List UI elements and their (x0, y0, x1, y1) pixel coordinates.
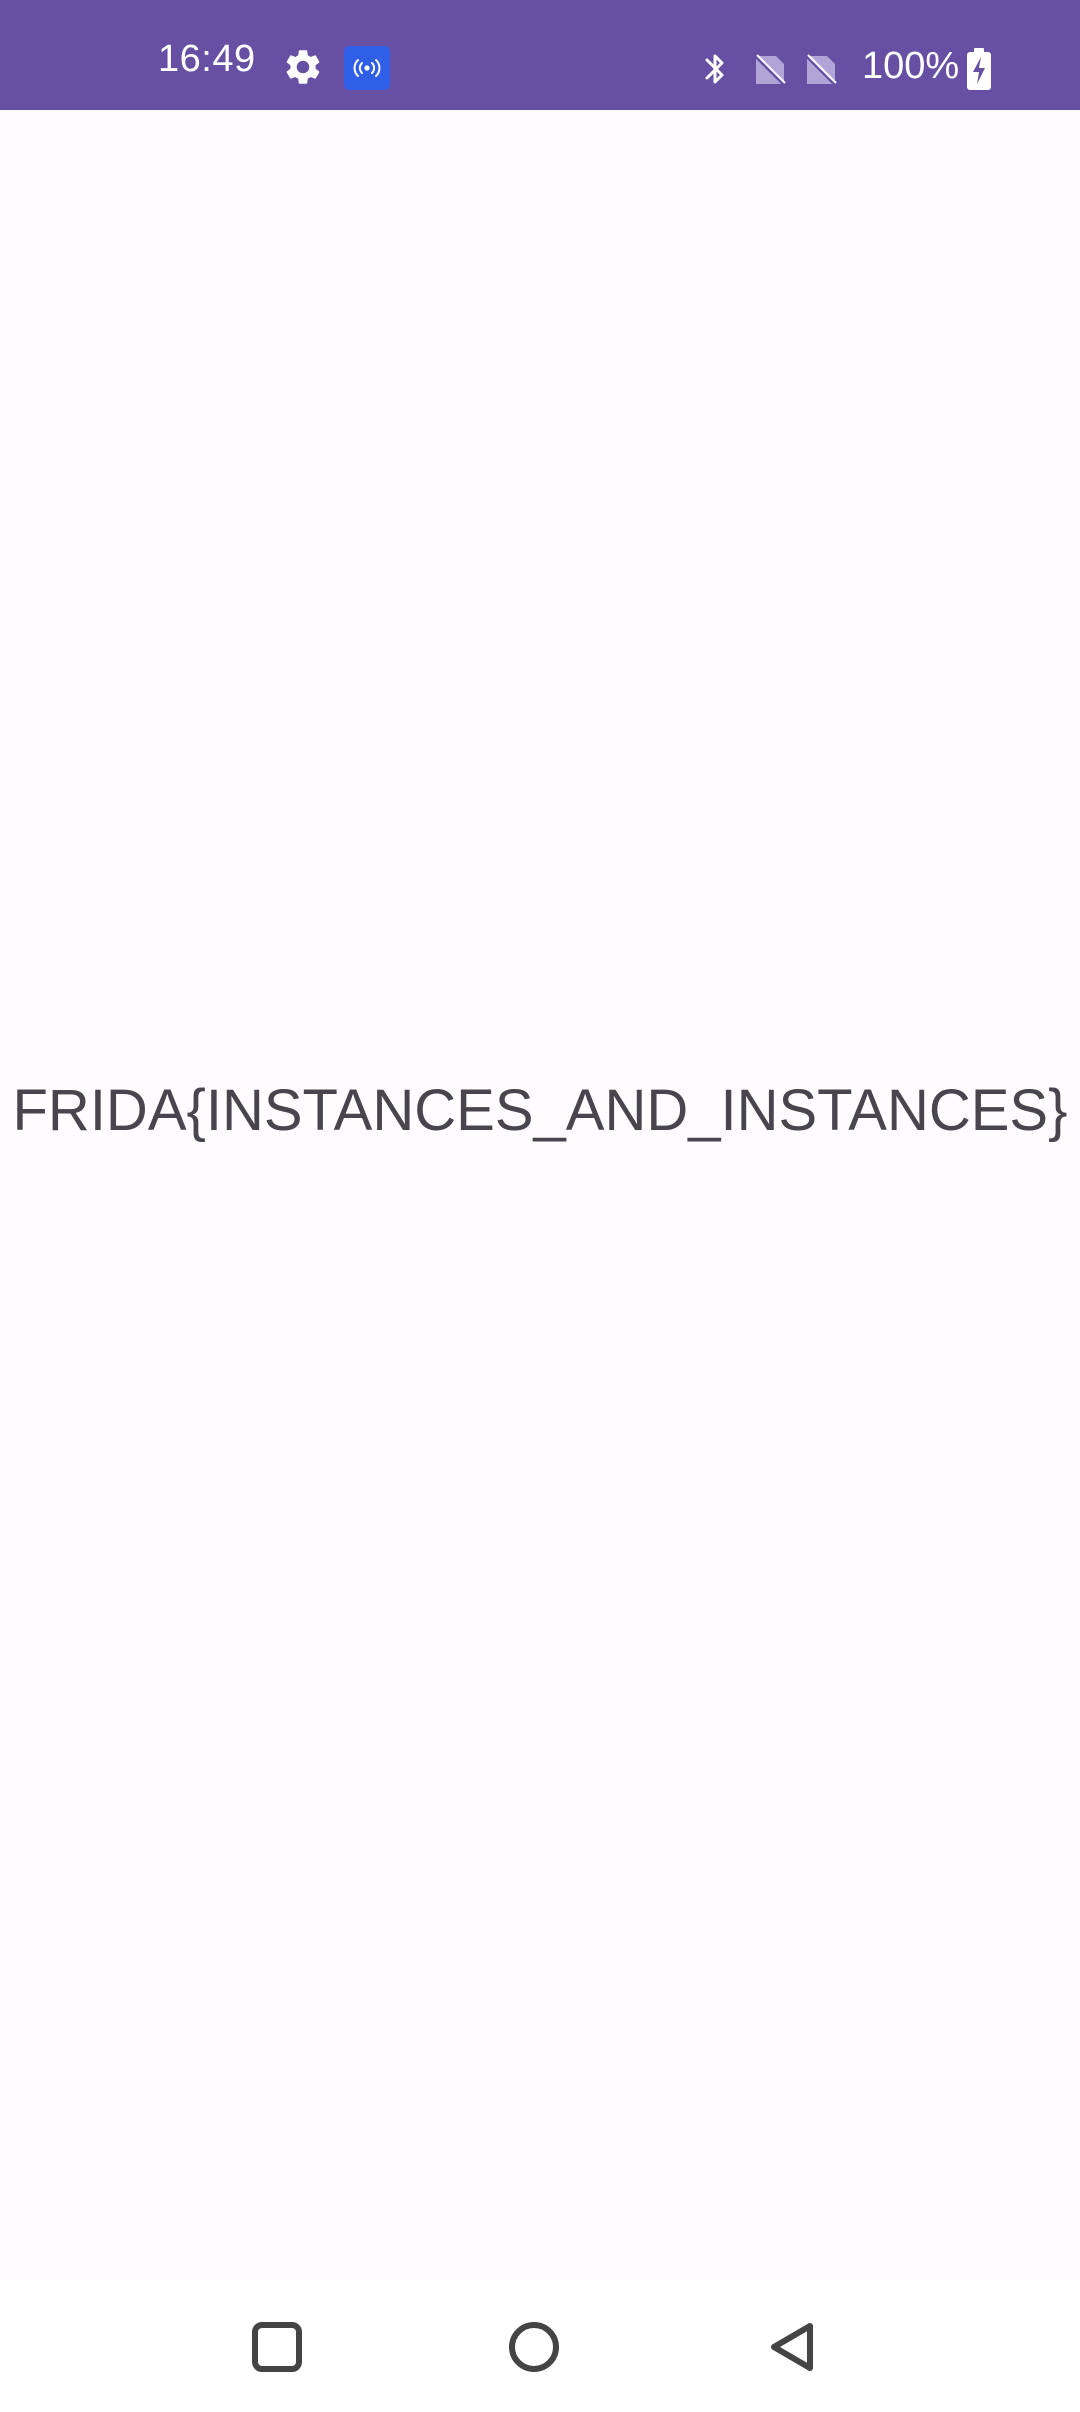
gear-icon (282, 46, 324, 88)
bluetooth-icon (698, 48, 732, 90)
flag-text: FRIDA{INSTANCES_AND_INSTANCES} (12, 1078, 1068, 1143)
back-icon[interactable] (748, 2302, 838, 2392)
status-bar: 16:49 100% (0, 0, 1080, 110)
main-content: FRIDA{INSTANCES_AND_INSTANCES} (0, 110, 1080, 2280)
battery-percent: 100% (862, 45, 960, 87)
hotspot-icon (344, 46, 390, 90)
home-icon[interactable] (489, 2302, 579, 2392)
no-sim-icon (752, 52, 788, 88)
recents-icon[interactable] (232, 2302, 322, 2392)
no-sim-icon (803, 52, 839, 88)
status-time: 16:49 (158, 38, 256, 80)
navigation-bar (0, 2280, 1080, 2412)
battery-charging-icon (964, 48, 994, 90)
